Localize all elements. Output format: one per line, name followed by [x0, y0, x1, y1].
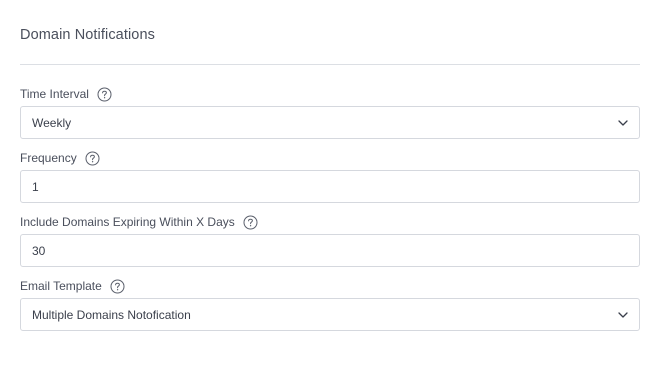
frequency-help-icon[interactable]: [85, 151, 100, 166]
expiring-days-input[interactable]: [32, 243, 628, 258]
email-template-select[interactable]: Multiple Domains Notofication: [20, 298, 640, 331]
time-interval-select[interactable]: Weekly: [20, 106, 640, 139]
time-interval-label: Time Interval: [20, 87, 89, 101]
chevron-down-icon: [617, 117, 629, 129]
chevron-down-icon: [617, 309, 629, 321]
section-title: Domain Notifications: [20, 27, 155, 43]
email-template-label: Email Template: [20, 279, 102, 293]
frequency-label: Frequency: [20, 151, 77, 165]
frequency-input-wrapper: [20, 170, 640, 203]
email-template-label-row: Email Template: [20, 277, 125, 295]
section-divider: [20, 64, 640, 65]
frequency-label-row: Frequency: [20, 149, 100, 167]
expiring-days-help-icon[interactable]: [243, 215, 258, 230]
email-template-value: Multiple Domains Notofication: [32, 307, 191, 322]
time-interval-value: Weekly: [32, 115, 72, 130]
expiring-days-label: Include Domains Expiring Within X Days: [20, 215, 235, 229]
email-template-help-icon[interactable]: [110, 279, 125, 294]
expiring-days-input-wrapper: [20, 234, 640, 267]
time-interval-label-row: Time Interval: [20, 85, 112, 103]
time-interval-help-icon[interactable]: [97, 87, 112, 102]
expiring-days-label-row: Include Domains Expiring Within X Days: [20, 213, 258, 231]
frequency-input[interactable]: [32, 179, 628, 194]
